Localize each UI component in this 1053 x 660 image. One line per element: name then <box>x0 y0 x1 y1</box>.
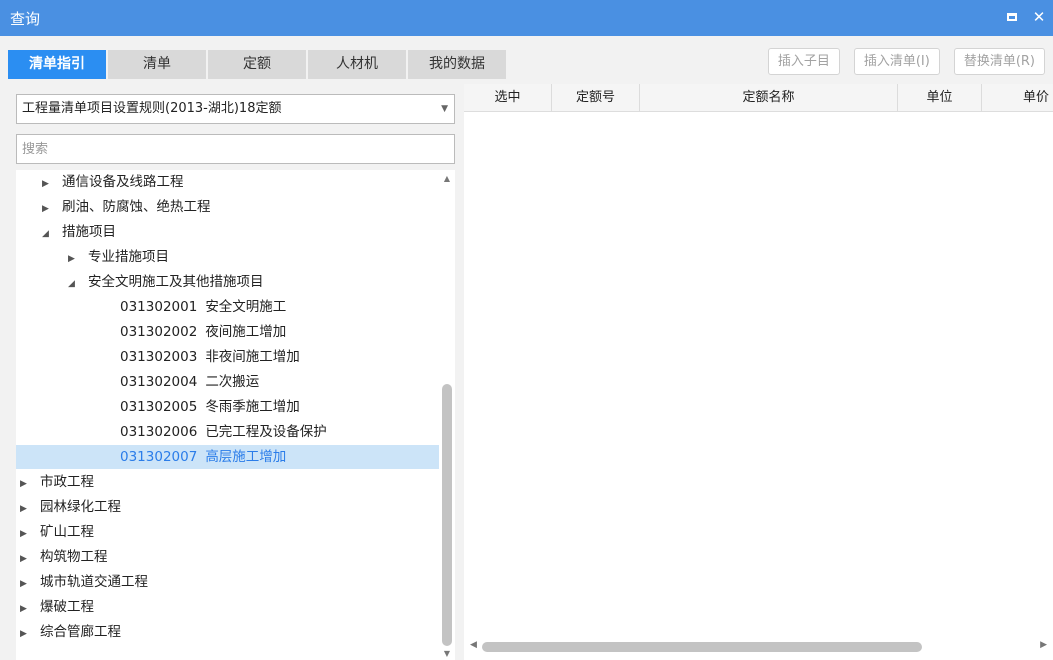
title-bar: 查询 ✕ <box>0 0 1053 36</box>
tree-item-label: 高层施工增加 <box>205 449 287 465</box>
tree-item[interactable]: ◢ 措施项目 <box>16 220 439 244</box>
tree-item-label: 爆破工程 <box>40 599 94 615</box>
tree-item[interactable]: ▶ 园林绿化工程 <box>16 495 439 519</box>
insert-list-button[interactable]: 插入清单(I) <box>853 48 940 75</box>
tree-item-label: 城市轨道交通工程 <box>40 574 148 590</box>
tree-item-label: 二次搬运 <box>205 374 260 390</box>
collapsed-triangle-icon[interactable]: ▶ <box>20 497 34 521</box>
tree-item[interactable]: ▶ 爆破工程 <box>16 595 439 619</box>
window-title: 查询 <box>10 10 41 28</box>
insert-child-button[interactable]: 插入子目 <box>767 48 840 75</box>
tree-item-label: 园林绿化工程 <box>40 499 121 515</box>
collapsed-triangle-icon[interactable]: ▶ <box>20 622 34 646</box>
tree-item[interactable]: ▶ 刷油、防腐蚀、绝热工程 <box>16 195 439 219</box>
tab-bar: 清单指引 清单 定额 人材机 我的数据 <box>8 50 508 79</box>
tree-item-label: 通信设备及线路工程 <box>62 174 184 190</box>
tree-item[interactable]: ▶ 综合管廊工程 <box>16 620 439 644</box>
quota-table: 选中 定额号 定额名称 单位 单价 <box>464 84 1053 660</box>
tree-item-label: 综合管廊工程 <box>40 624 121 640</box>
tab-list-guide[interactable]: 清单指引 <box>8 50 106 79</box>
tree-item-label: 措施项目 <box>62 224 116 240</box>
tree-item-code: 031302004 <box>120 374 198 390</box>
tree-item[interactable]: ▶ 专业措施项目 <box>16 245 439 269</box>
tree-item[interactable]: ▶ 矿山工程 <box>16 520 439 544</box>
scroll-right-icon[interactable]: ▶ <box>1040 640 1047 650</box>
tree-item-leaf[interactable]: 031302001 安全文明施工 <box>16 295 439 319</box>
scroll-thumb[interactable] <box>442 384 452 646</box>
expanded-triangle-icon[interactable]: ◢ <box>68 272 82 296</box>
tree-item-leaf[interactable]: 031302004 二次搬运 <box>16 370 439 394</box>
column-header-select[interactable]: 选中 <box>464 84 552 112</box>
ruleset-value: 工程量清单项目设置规则(2013-湖北)18定额 <box>22 101 282 116</box>
collapsed-triangle-icon[interactable]: ▶ <box>68 247 82 271</box>
ruleset-select[interactable]: 工程量清单项目设置规则(2013-湖北)18定额 ▼ <box>16 94 455 124</box>
scroll-thumb[interactable] <box>482 642 922 652</box>
tree-item[interactable]: ▶ 城市轨道交通工程 <box>16 570 439 594</box>
tree-item-label: 构筑物工程 <box>40 549 108 565</box>
action-bar: 插入子目 插入清单(I) 替换清单(R) <box>754 48 1045 75</box>
tree-item-code: 031302002 <box>120 324 198 340</box>
collapsed-triangle-icon[interactable]: ▶ <box>42 172 56 196</box>
collapsed-triangle-icon[interactable]: ▶ <box>20 547 34 571</box>
tree-item-leaf[interactable]: 031302002 夜间施工增加 <box>16 320 439 344</box>
tab-my-data[interactable]: 我的数据 <box>408 50 506 79</box>
close-icon[interactable]: ✕ <box>1030 8 1048 26</box>
tree-item-label: 夜间施工增加 <box>205 324 287 340</box>
tree-item-label: 安全文明施工 <box>205 299 287 315</box>
column-header-unit-price[interactable]: 单价 <box>982 84 1053 112</box>
collapsed-triangle-icon[interactable]: ▶ <box>20 522 34 546</box>
tree-item-code: 031302007 <box>120 449 198 465</box>
query-dialog: 清单指引 清单 定额 人材机 我的数据 插入子目 插入清单(I) 替换清单(R)… <box>0 36 1053 660</box>
tree-vertical-scrollbar[interactable]: ▲ ▼ <box>439 170 455 660</box>
collapsed-triangle-icon[interactable]: ▶ <box>20 597 34 621</box>
tree-item-leaf[interactable]: 031302003 非夜间施工增加 <box>16 345 439 369</box>
scroll-left-icon[interactable]: ◀ <box>470 640 477 650</box>
column-header-unit[interactable]: 单位 <box>898 84 982 112</box>
tree-item-leaf[interactable]: 031302005 冬雨季施工增加 <box>16 395 439 419</box>
table-header: 选中 定额号 定额名称 单位 单价 <box>464 84 1053 112</box>
tree-item-code: 031302001 <box>120 299 198 315</box>
tree-item[interactable]: ▶ 市政工程 <box>16 470 439 494</box>
tree-item-label: 非夜间施工增加 <box>205 349 300 365</box>
expanded-triangle-icon[interactable]: ◢ <box>42 222 56 246</box>
list-guide-tree: ▶ 通信设备及线路工程 ▶ 刷油、防腐蚀、绝热工程 ◢ 措施项目 ▶ 专业措施项目 ◢ 安全文明施… <box>16 170 439 660</box>
search-input[interactable] <box>16 134 455 164</box>
collapsed-triangle-icon[interactable]: ▶ <box>20 472 34 496</box>
tree-item-label: 安全文明施工及其他措施项目 <box>88 274 264 290</box>
collapsed-triangle-icon[interactable]: ▶ <box>42 197 56 221</box>
tree-item-code: 031302005 <box>120 399 198 415</box>
replace-list-button[interactable]: 替换清单(R) <box>953 48 1045 75</box>
tree-item[interactable]: ▶ 通信设备及线路工程 <box>16 170 439 194</box>
tree-item-label: 矿山工程 <box>40 524 94 540</box>
tab-quota[interactable]: 定额 <box>208 50 306 79</box>
chevron-down-icon[interactable]: ▼ <box>441 95 448 123</box>
tree-item[interactable]: ◢ 安全文明施工及其他措施项目 <box>16 270 439 294</box>
tree-item-leaf[interactable]: 031302006 已完工程及设备保护 <box>16 420 439 444</box>
scroll-down-icon[interactable]: ▼ <box>442 649 452 658</box>
scroll-up-icon[interactable]: ▲ <box>442 174 452 183</box>
tab-list[interactable]: 清单 <box>108 50 206 79</box>
tree-item-code: 031302006 <box>120 424 198 440</box>
tree-item-label: 刷油、防腐蚀、绝热工程 <box>62 199 211 215</box>
tree-item-code: 031302003 <box>120 349 198 365</box>
tree-item-leaf[interactable]: 031302007 高层施工增加 <box>16 445 439 469</box>
column-header-quota-no[interactable]: 定额号 <box>552 84 640 112</box>
tree-item-label: 已完工程及设备保护 <box>205 424 327 440</box>
tree-item-label: 冬雨季施工增加 <box>205 399 300 415</box>
tab-labor-material-machine[interactable]: 人材机 <box>308 50 406 79</box>
restore-icon[interactable] <box>1003 8 1021 26</box>
table-horizontal-scrollbar[interactable]: ◀ ▶ <box>464 638 1053 656</box>
tree-item[interactable]: ▶ 构筑物工程 <box>16 545 439 569</box>
tree-item-label: 市政工程 <box>40 474 94 490</box>
column-header-quota-name[interactable]: 定额名称 <box>640 84 898 112</box>
collapsed-triangle-icon[interactable]: ▶ <box>20 572 34 596</box>
tree-item-label: 专业措施项目 <box>88 249 169 265</box>
